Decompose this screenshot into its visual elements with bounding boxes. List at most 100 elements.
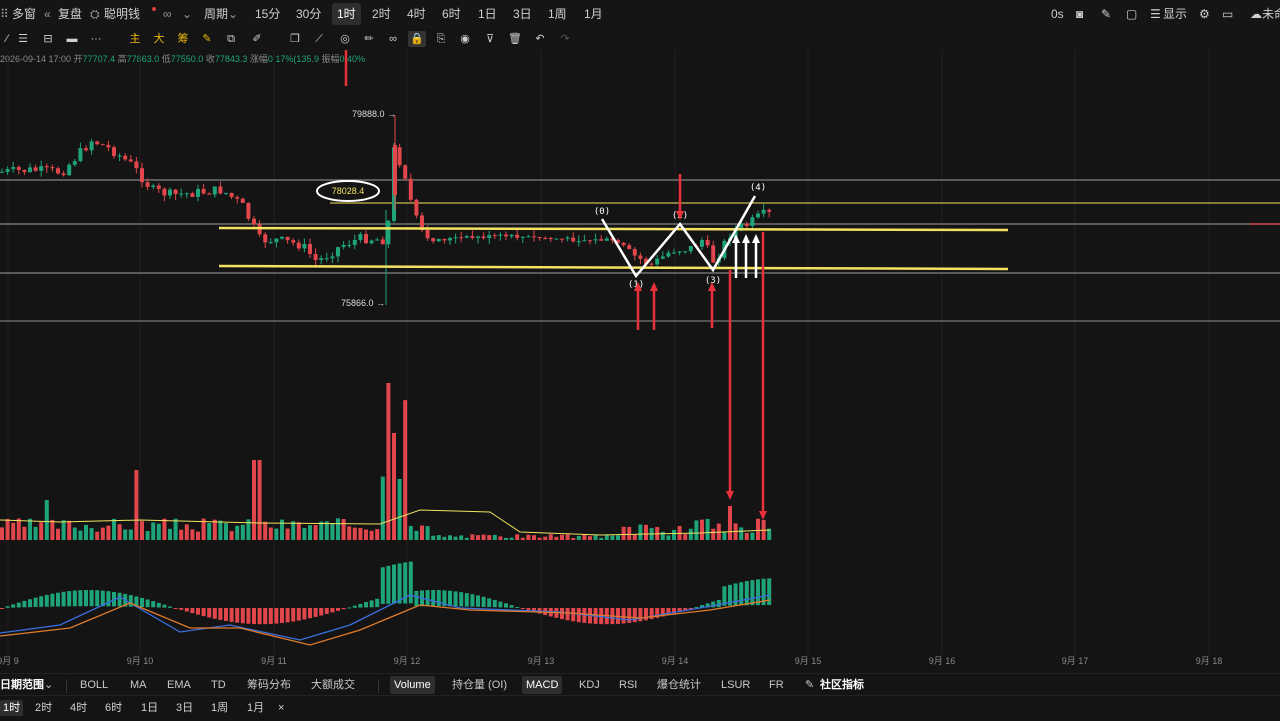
indicator-2[interactable]: MA (130, 676, 147, 694)
timeframe-0[interactable]: 1时 (0, 700, 24, 716)
indicator-14[interactable]: FR (769, 676, 784, 694)
indicator-3[interactable]: EMA (167, 676, 191, 694)
indicator-6[interactable]: 大额成交 (311, 676, 355, 694)
macd-bar (28, 599, 32, 608)
indicator-12[interactable]: 爆仓统计 (657, 676, 701, 694)
indicator-0[interactable]: 日期范围 (0, 676, 44, 694)
period-tab-11[interactable]: 3日 (513, 0, 532, 28)
macd-bar (330, 608, 335, 613)
more-tools-button[interactable]: ··· (89, 31, 103, 47)
eye-icon[interactable]: ◉ (458, 31, 472, 47)
candle-body (705, 239, 710, 246)
link-icon[interactable]: ∞ (386, 31, 400, 47)
timeframe-7[interactable]: 1月 (247, 700, 264, 716)
display-icon[interactable]: ☰ (1150, 0, 1161, 28)
timeframe-8[interactable]: × (278, 700, 284, 716)
topbar-right-2[interactable]: 未命 (1262, 0, 1280, 28)
indicator-10[interactable]: KDJ (579, 676, 600, 694)
brush-icon[interactable]: ✎ (200, 31, 214, 47)
eraser-icon[interactable]: ✏ (362, 31, 376, 47)
settings-icon[interactable]: ⚙ (1199, 0, 1210, 28)
volume-bar (302, 528, 307, 540)
clear-icon[interactable]: ✐ (250, 31, 264, 47)
volume-bar (100, 527, 105, 540)
indicator-13[interactable]: LSUR (721, 676, 750, 694)
candle-body (414, 199, 419, 216)
period-tab-8[interactable]: 4时 (407, 0, 426, 28)
indicator-1[interactable]: BOLL (80, 676, 108, 694)
cloud-icon[interactable]: ☁ (1250, 0, 1262, 28)
period-tab-0[interactable]: 多窗 (12, 0, 36, 28)
candle-body (201, 188, 206, 194)
pen-icon[interactable]: ✎ (1101, 0, 1111, 28)
volume-bar (543, 536, 548, 540)
candlestick-chart[interactable]: 78028.479888.0 →75866.0 →(0)(1)(2)(3)(4)… (0, 50, 1280, 673)
candle-body (649, 263, 654, 265)
filter-icon[interactable]: ⊽ (483, 31, 497, 47)
period-tab-7[interactable]: 2时 (372, 0, 391, 28)
macd-bar (196, 608, 200, 615)
big-trade-button[interactable]: 大 (152, 31, 166, 47)
timeframe-6[interactable]: 1周 (211, 700, 228, 716)
main-chart-button[interactable]: 主 (128, 31, 142, 47)
volume-bar (756, 518, 760, 540)
indicator-9[interactable]: MACD (522, 676, 563, 694)
fullscreen-icon[interactable]: ▢ (1126, 0, 1137, 28)
volume-bar (694, 520, 699, 540)
topbar-right-1[interactable]: 显示 (1163, 0, 1187, 28)
layout-icon[interactable]: ▭ (1222, 0, 1233, 28)
macd-bar (347, 607, 352, 609)
period-tab-3[interactable]: 周期 (204, 0, 228, 28)
indicator-5[interactable]: 筹码分布 (247, 676, 291, 694)
undo-icon[interactable]: ↶ (533, 31, 547, 47)
save-icon[interactable]: ⎘ (434, 31, 448, 47)
macd-bar (644, 608, 648, 621)
period-tab-13[interactable]: 1月 (584, 0, 603, 28)
candle-body (621, 242, 626, 246)
indicator-7[interactable]: Volume (390, 676, 435, 694)
macd-bar (16, 602, 21, 608)
candle-body (520, 236, 525, 238)
timeframe-5[interactable]: 3日 (176, 700, 193, 716)
cursor-icon[interactable]: ⁄ (0, 31, 14, 47)
period-tab-2[interactable]: 聪明钱 (104, 0, 140, 28)
top-toolbar: 多窗复盘聪明钱 周期 15分 30分 1时 2时 4时 6时 1日 3日 1周 1月 0s 显示 未命 ◙ ✎ ▢… (0, 0, 1280, 29)
timeframe-3[interactable]: 6时 (105, 700, 122, 716)
channel-icon[interactable]: ⊟ (41, 31, 55, 47)
timeframe-4[interactable]: 1日 (141, 700, 158, 716)
lock-icon[interactable]: 🔒 (408, 31, 426, 47)
indicator-15[interactable]: 社区指标 (820, 676, 864, 694)
volume-bar (509, 537, 514, 540)
indicator-8[interactable]: 持仓量 (OI) (452, 676, 507, 694)
topbar-right-0[interactable]: 0s (1051, 0, 1064, 28)
timeframe-2[interactable]: 4时 (70, 700, 87, 716)
indicator-11[interactable]: RSI (619, 676, 637, 694)
volume-bar (134, 470, 139, 540)
indicator-4[interactable]: TD (211, 676, 226, 694)
layers-icon[interactable]: ❐ (288, 31, 302, 47)
period-tab-4[interactable]: 15分 (255, 0, 280, 28)
horizontal-line-icon[interactable]: ☰ (16, 31, 30, 47)
camera-icon[interactable]: ◙ (1076, 0, 1083, 28)
copy-icon[interactable]: ⧉ (224, 31, 238, 47)
redo-icon[interactable]: ↷ (558, 31, 572, 47)
period-tab-5[interactable]: 30分 (296, 0, 321, 28)
period-tab-12[interactable]: 1周 (548, 0, 567, 28)
period-tab-6[interactable]: 1时 (332, 3, 361, 25)
candle-body (319, 258, 324, 260)
volume-bar (0, 527, 4, 540)
volume-bar (436, 535, 441, 540)
measure-icon[interactable]: ⟋ (312, 31, 326, 47)
period-tab-1[interactable]: 复盘 (58, 0, 82, 28)
chip-button[interactable]: 筹 (176, 31, 190, 47)
edit-icon[interactable]: ✎ (805, 676, 814, 694)
period-tab-10[interactable]: 1日 (478, 0, 497, 28)
trash-icon[interactable]: 🗑 (508, 31, 522, 47)
period-tab-9[interactable]: 6时 (442, 0, 461, 28)
macd-bar (61, 591, 66, 607)
timeframe-1[interactable]: 2时 (35, 700, 52, 716)
magnet-icon[interactable]: ◎ (338, 31, 352, 47)
volume-bar (336, 518, 340, 540)
ruler-icon[interactable]: ▬ (65, 31, 79, 47)
chevron-down-icon[interactable]: ⌄ (44, 676, 53, 694)
